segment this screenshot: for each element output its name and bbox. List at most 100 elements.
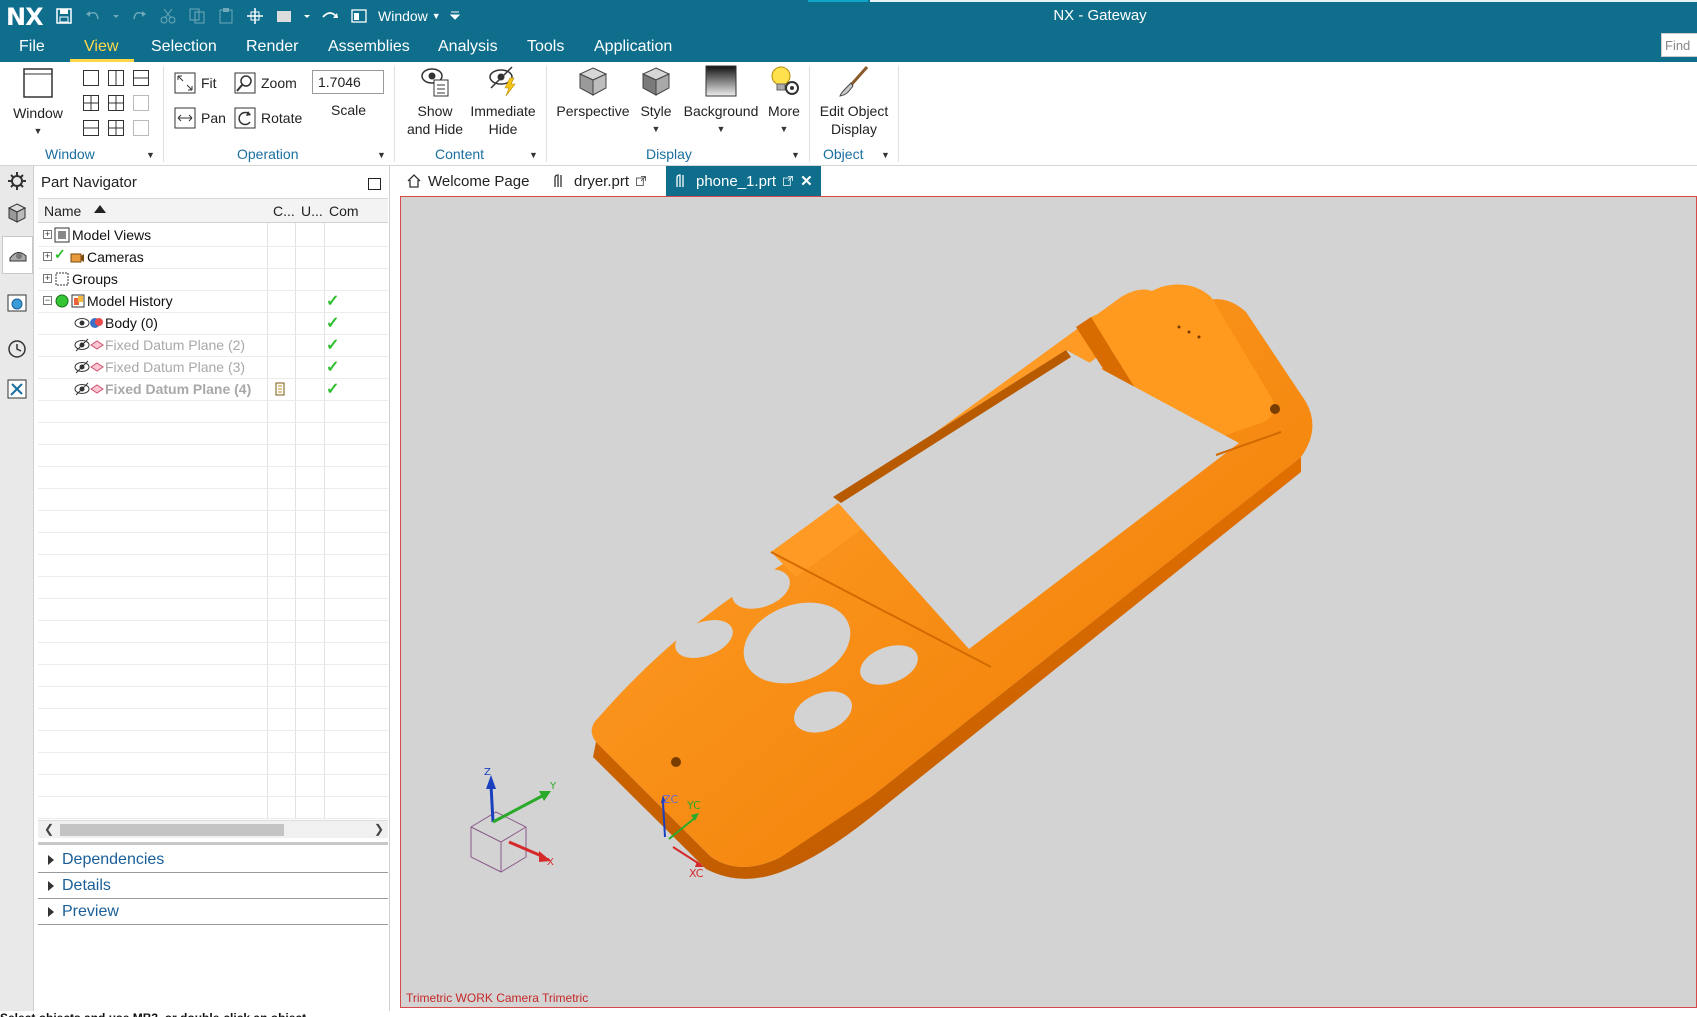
tab-label: dryer.prt bbox=[574, 172, 630, 190]
tree-row-label: Fixed Datum Plane (2) bbox=[105, 337, 246, 353]
menu-render[interactable]: Render bbox=[246, 38, 298, 56]
layout-two-horizontal-icon[interactable] bbox=[133, 70, 149, 86]
menu-analysis[interactable]: Analysis bbox=[438, 38, 498, 56]
tree-row-body[interactable]: Body (0) ✓ bbox=[38, 311, 388, 335]
menu-file[interactable]: File bbox=[19, 38, 45, 56]
column-header-name[interactable]: Name bbox=[44, 203, 81, 219]
status-green-dot-icon bbox=[55, 294, 69, 308]
tree-row-model-views[interactable]: + Model Views bbox=[38, 223, 388, 247]
tab-phone-1[interactable]: phone_1.prt ✕ bbox=[666, 166, 821, 196]
expand-plus-icon[interactable]: + bbox=[43, 274, 52, 283]
tree-row-label: Cameras bbox=[87, 249, 144, 265]
layout-nine-icon bbox=[133, 120, 149, 136]
menu-application[interactable]: Application bbox=[594, 38, 672, 56]
tree-row-groups[interactable]: + Groups bbox=[38, 267, 388, 291]
settings-gear-icon[interactable] bbox=[4, 168, 30, 194]
menu-assemblies[interactable]: Assemblies bbox=[328, 38, 410, 56]
scrollbar-thumb[interactable] bbox=[60, 824, 284, 836]
group-object-dropdown-icon[interactable]: ▼ bbox=[881, 150, 890, 160]
command-finder-input[interactable]: Find bbox=[1661, 33, 1697, 57]
menu-view[interactable]: View bbox=[84, 38, 118, 56]
group-separator bbox=[809, 66, 810, 162]
empty-row bbox=[38, 663, 388, 687]
more-button[interactable]: More ▼ bbox=[764, 64, 804, 138]
show-and-hide-button[interactable]: Show and Hide bbox=[403, 64, 467, 138]
lightbulb-gear-icon bbox=[771, 66, 799, 95]
phone-model-canvas[interactable]: Z Y X ZC YC XC bbox=[401, 197, 1696, 1007]
tree-row-label: Model History bbox=[87, 293, 173, 309]
column-header-uptodate[interactable]: U... bbox=[301, 203, 323, 219]
rotate-button[interactable]: Rotate bbox=[234, 107, 302, 129]
tree-row-cameras[interactable]: + ✓ Cameras bbox=[38, 245, 388, 269]
zoom-button[interactable]: Zoom bbox=[234, 72, 297, 94]
part-file-icon bbox=[676, 174, 684, 187]
column-header-comment[interactable]: Com bbox=[329, 203, 359, 219]
expand-plus-icon[interactable]: + bbox=[43, 252, 52, 261]
column-header-current[interactable]: C... bbox=[273, 203, 295, 219]
menu-tools[interactable]: Tools bbox=[527, 38, 564, 56]
ribbon: Window ▼ Window ▼ Fit Zoom Pan Rotate 1.… bbox=[0, 62, 1697, 166]
style-button[interactable]: Style ▼ bbox=[636, 64, 676, 138]
graphics-window[interactable]: Z Y X ZC YC XC Trimetric WORK Camera Tri… bbox=[400, 196, 1697, 1008]
expand-plus-icon[interactable]: + bbox=[43, 230, 52, 239]
pan-button[interactable]: Pan bbox=[174, 107, 226, 129]
title-bar: NX Window ▼ NX - Gateway bbox=[0, 0, 1697, 32]
horizontal-scrollbar[interactable]: ❮ ❯ bbox=[38, 820, 388, 838]
group-display-dropdown-icon[interactable]: ▼ bbox=[791, 150, 800, 160]
zoom-icon bbox=[234, 72, 256, 94]
section-details[interactable]: Details bbox=[38, 873, 388, 899]
section-preview[interactable]: Preview bbox=[38, 899, 388, 925]
web-browser-icon[interactable] bbox=[4, 290, 30, 316]
tree-row-datum-plane-4[interactable]: Fixed Datum Plane (4) ✓ bbox=[38, 377, 388, 401]
tree-row-model-history[interactable]: − Model History ✓ bbox=[38, 289, 388, 313]
external-window-icon[interactable] bbox=[635, 175, 647, 187]
tab-welcome-page[interactable]: Welcome Page bbox=[398, 166, 537, 196]
empty-row bbox=[38, 443, 388, 467]
window-button-label: Window bbox=[13, 105, 63, 121]
layout-grid-icon[interactable] bbox=[108, 120, 124, 136]
perspective-button[interactable]: Perspective bbox=[556, 64, 630, 120]
assembly-navigator-icon[interactable] bbox=[4, 200, 30, 226]
window-button[interactable]: Window ▼ bbox=[10, 66, 66, 140]
immediate-hide-button[interactable]: Immediate Hide bbox=[466, 64, 540, 138]
edit-object-display-button[interactable]: Edit Object Display bbox=[814, 64, 894, 138]
section-dependencies[interactable]: Dependencies bbox=[38, 847, 388, 873]
empty-row bbox=[38, 773, 388, 797]
uptodate-check-icon: ✓ bbox=[326, 293, 340, 310]
background-button[interactable]: Background ▼ bbox=[681, 64, 761, 138]
menu-selection[interactable]: Selection bbox=[151, 38, 217, 56]
layout-four-icon[interactable] bbox=[83, 95, 99, 111]
part-navigator-title: Part Navigator bbox=[41, 174, 137, 191]
group-operation-dropdown-icon[interactable]: ▼ bbox=[377, 150, 386, 160]
body-icon bbox=[90, 318, 103, 328]
scroll-left-icon[interactable]: ❮ bbox=[44, 822, 54, 836]
title-accent-light bbox=[870, 0, 1697, 2]
fit-button[interactable]: Fit bbox=[174, 72, 217, 94]
group-window-dropdown-icon[interactable]: ▼ bbox=[146, 150, 155, 160]
layout-four-b-icon[interactable] bbox=[108, 95, 124, 111]
tab-dryer[interactable]: dryer.prt bbox=[544, 166, 655, 196]
history-clock-icon[interactable] bbox=[4, 336, 30, 362]
view-camera-label: Trimetric WORK Camera Trimetric bbox=[406, 991, 589, 1005]
tree-row-datum-plane-3[interactable]: Fixed Datum Plane (3) ✓ bbox=[38, 355, 388, 379]
perspective-label: Perspective bbox=[556, 103, 630, 119]
groups-icon bbox=[55, 272, 69, 286]
absolute-csys-triad: Z Y X bbox=[470, 767, 557, 873]
tree-row-datum-plane-2[interactable]: Fixed Datum Plane (2) ✓ bbox=[38, 333, 388, 357]
external-window-icon[interactable] bbox=[782, 175, 794, 187]
layout-two-vertical-icon[interactable] bbox=[108, 70, 124, 86]
scroll-right-icon[interactable]: ❯ bbox=[374, 822, 384, 836]
roles-tools-icon[interactable] bbox=[4, 376, 30, 402]
collapse-minus-icon[interactable]: − bbox=[43, 296, 52, 305]
layout-row-icon[interactable] bbox=[83, 120, 99, 136]
maximize-icon[interactable] bbox=[368, 178, 381, 190]
part-navigator-icon[interactable] bbox=[2, 236, 33, 274]
group-content-dropdown-icon[interactable]: ▼ bbox=[529, 150, 538, 160]
scale-input[interactable]: 1.7046 bbox=[312, 70, 384, 94]
layout-single-icon[interactable] bbox=[83, 70, 99, 86]
chevron-down-icon: ▼ bbox=[33, 126, 43, 136]
panel-splitter[interactable] bbox=[38, 842, 388, 845]
close-tab-icon[interactable]: ✕ bbox=[800, 172, 813, 190]
group-label-content: Content bbox=[435, 146, 485, 162]
phone-housing-model[interactable] bbox=[591, 284, 1313, 879]
